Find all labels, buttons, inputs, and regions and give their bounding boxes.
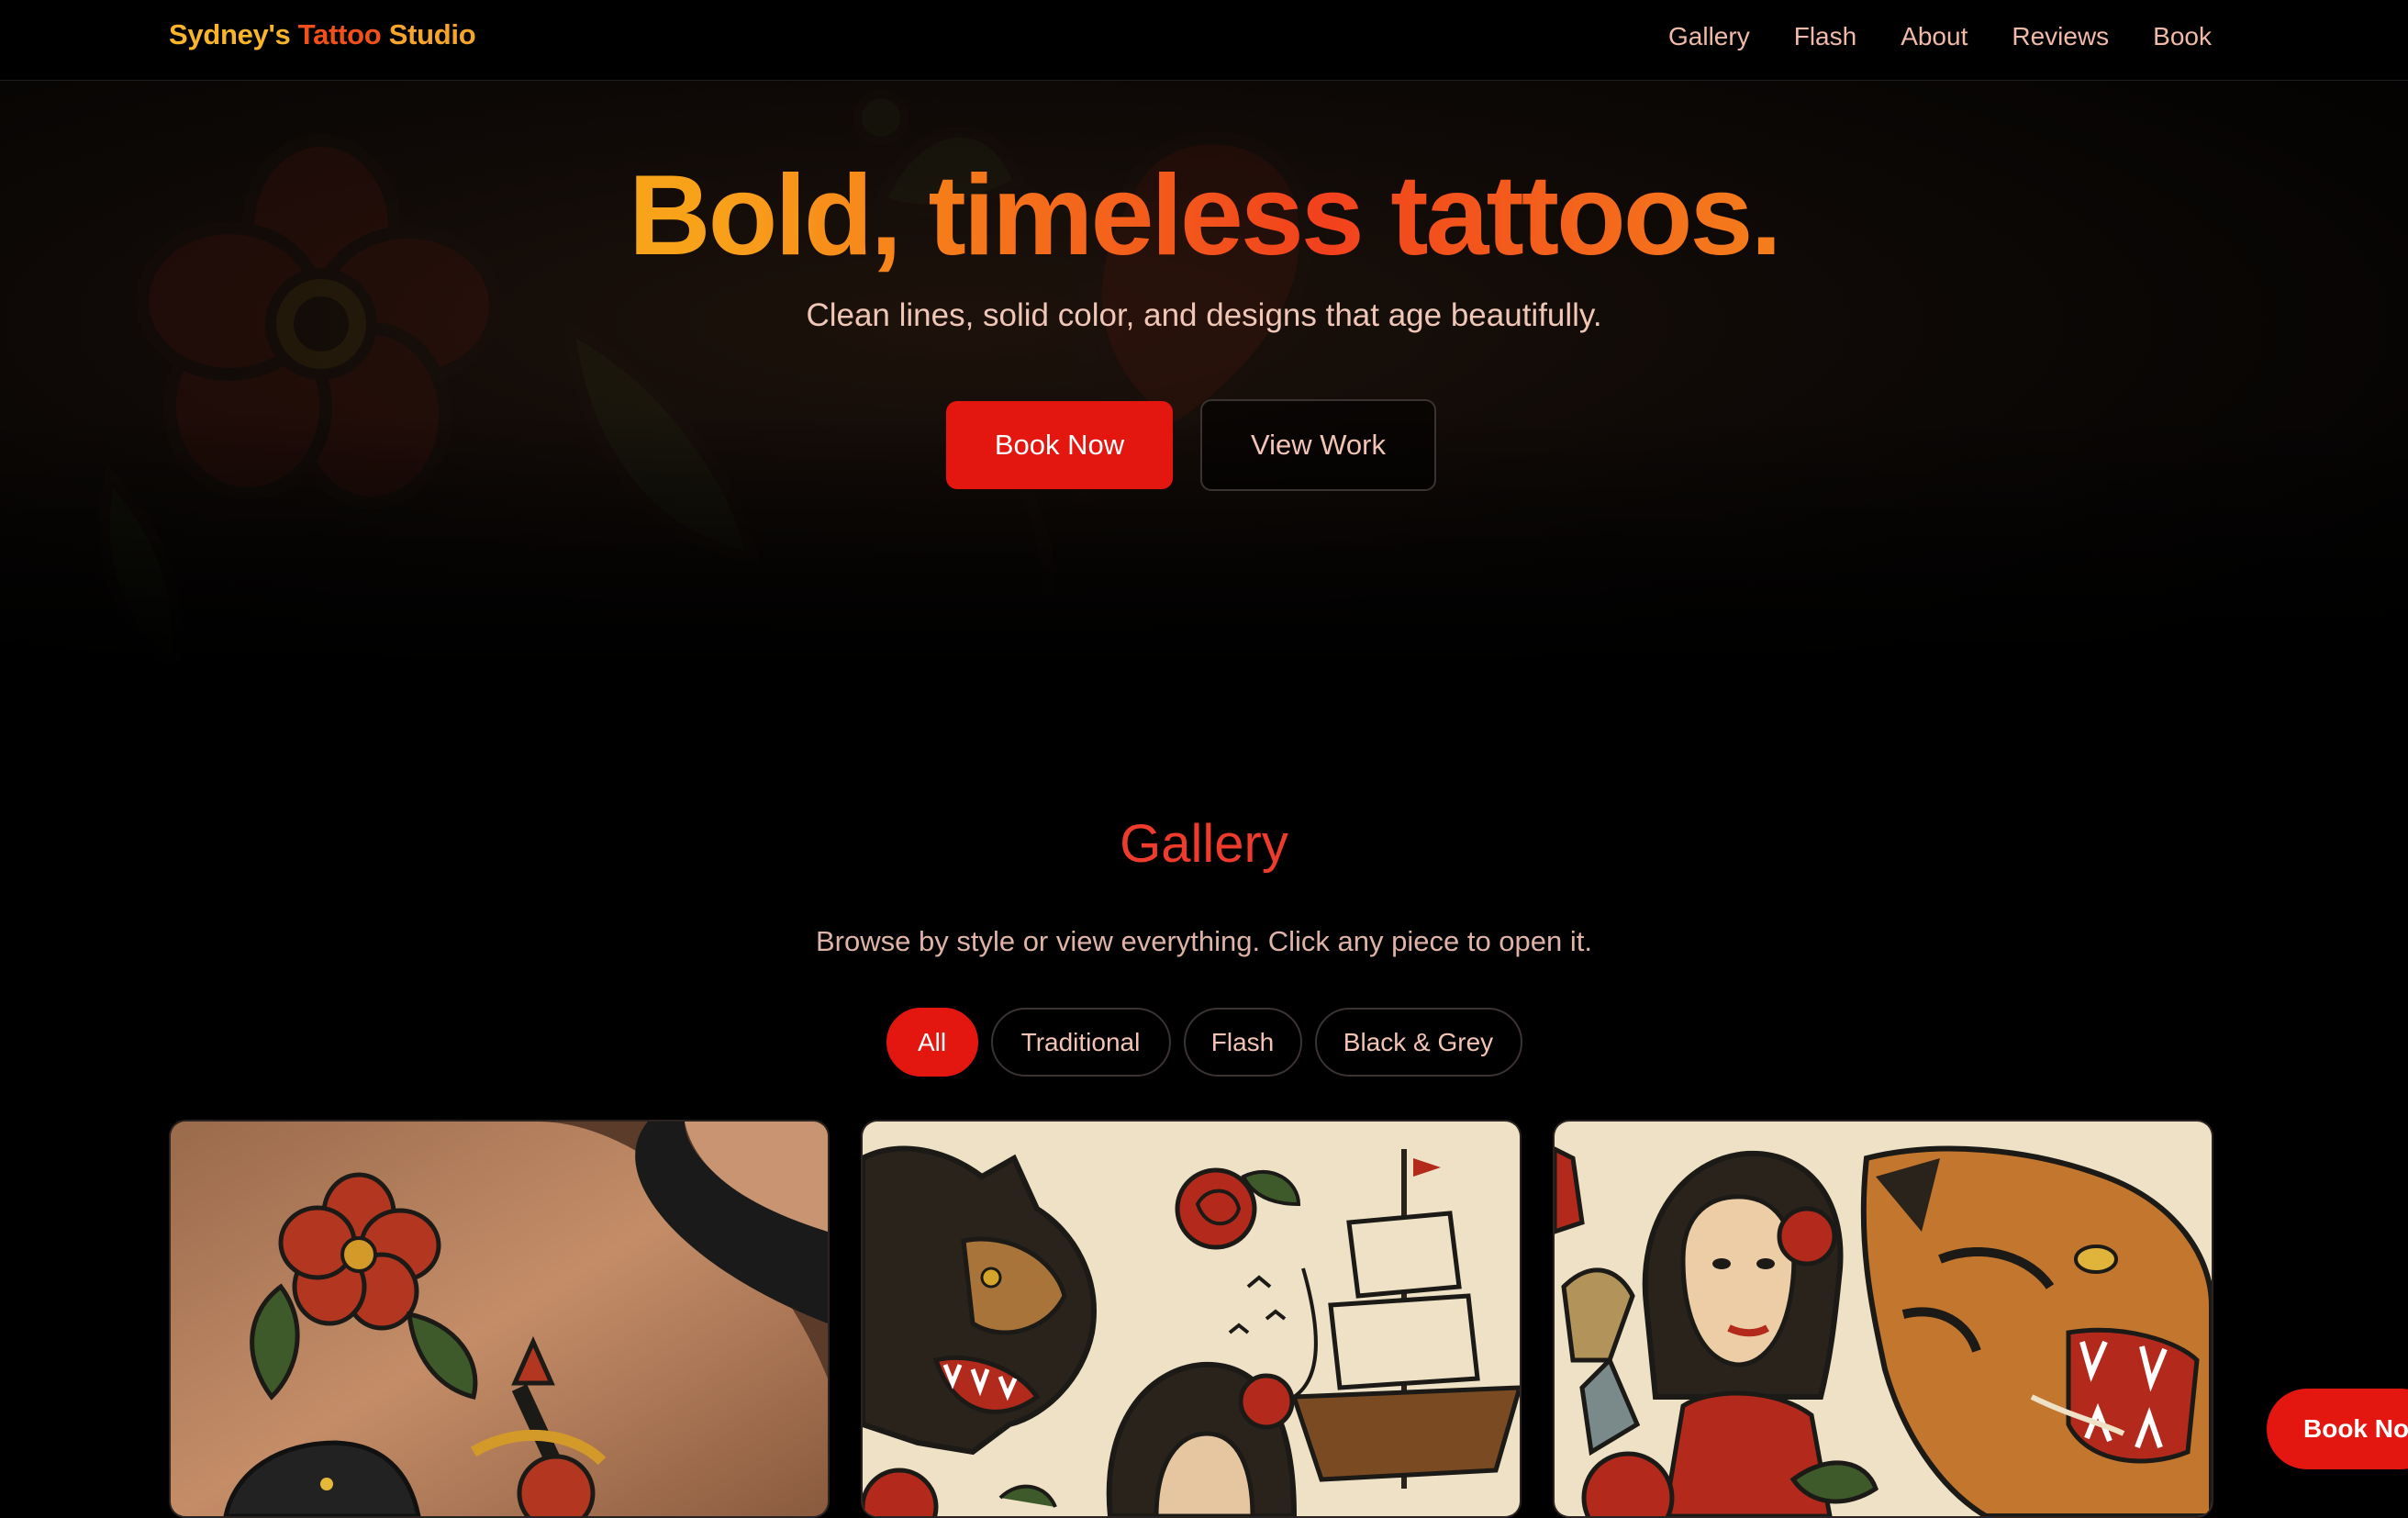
view-work-button[interactable]: View Work [1200, 399, 1436, 491]
gallery-card[interactable] [1553, 1120, 2213, 1518]
lady-portrait-icon [1642, 1150, 1844, 1516]
nav-link-flash[interactable]: Flash [1794, 22, 1856, 51]
nav-link-gallery[interactable]: Gallery [1668, 22, 1750, 51]
brand-name-part1: Sydney's [169, 18, 298, 50]
hero-section: Bold, timeless tattoos. Clean lines, sol… [0, 81, 2408, 686]
nav-link-about[interactable]: About [1901, 22, 1968, 51]
gallery-filter-bar: All Traditional Flash Black & Grey [0, 1008, 2408, 1077]
gallery-card[interactable] [169, 1120, 830, 1518]
brand-name-part2: Tattoo [297, 18, 382, 50]
gallery-card[interactable] [861, 1120, 1522, 1518]
filter-chip-flash[interactable]: Flash [1183, 1008, 1302, 1077]
floating-book-now-button[interactable]: Book Now [2267, 1389, 2408, 1469]
book-now-button[interactable]: Book Now [946, 401, 1173, 489]
nav-link-book[interactable]: Book [2153, 22, 2212, 51]
arm-tattoo-image [171, 1122, 828, 1516]
flash-sheet-image [863, 1122, 1520, 1516]
nav-link-reviews[interactable]: Reviews [2012, 22, 2109, 51]
brand-name-part3: Studio [381, 18, 476, 50]
hero-subtitle: Clean lines, solid color, and designs th… [806, 297, 1602, 333]
hero-title: Bold, timeless tattoos. [0, 151, 2408, 281]
top-navbar: Sydney's Tattoo Studio Gallery Flash Abo… [0, 0, 2408, 81]
main-nav: Gallery Flash About Reviews Book [1668, 22, 2212, 51]
filter-chip-all[interactable]: All [886, 1008, 978, 1077]
brand-logo[interactable]: Sydney's Tattoo Studio [169, 18, 476, 51]
lady-tiger-flash-image [1555, 1122, 2212, 1516]
filter-chip-black-grey[interactable]: Black & Grey [1314, 1008, 1522, 1077]
gallery-title: Gallery [1120, 814, 1288, 874]
filter-chip-traditional[interactable]: Traditional [990, 1008, 1171, 1077]
gallery-subtitle: Browse by style or view everything. Clic… [816, 925, 1592, 957]
